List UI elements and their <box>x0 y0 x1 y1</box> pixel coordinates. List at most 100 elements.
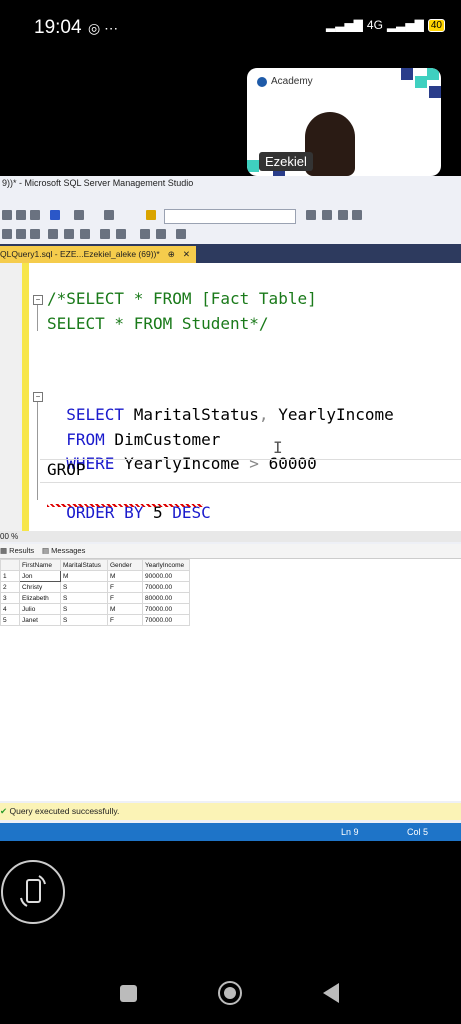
row-number: 5 <box>0 614 20 626</box>
table-row[interactable]: 4 Julio S M 70000.00 <box>0 603 190 615</box>
comment-icon[interactable] <box>100 229 110 239</box>
change-tracking-margin <box>22 263 29 531</box>
table-cell[interactable]: Elizabeth <box>19 592 61 604</box>
outdent-icon[interactable] <box>156 229 166 239</box>
table-cell[interactable]: F <box>107 592 143 604</box>
table-cell[interactable]: Jon <box>19 570 61 582</box>
code-line-1: /*SELECT * FROM [Fact Table] <box>47 289 317 308</box>
recents-button[interactable] <box>120 985 137 1002</box>
query-status-bar: ✔ Query executed successfully. <box>0 803 461 820</box>
network-type: 4G <box>366 18 383 32</box>
redo-icon[interactable] <box>74 210 84 220</box>
table-cell[interactable]: M <box>107 570 143 582</box>
video-thumbnail[interactable]: Academy Ezekiel <box>247 68 441 176</box>
properties-icon[interactable] <box>306 210 316 220</box>
plan-icon[interactable] <box>16 229 26 239</box>
table-cell[interactable]: S <box>60 581 108 593</box>
column-header[interactable]: YearlyIncome <box>142 559 190 571</box>
status-icons: ▂▃▅▇ 4G ▂▃▅▇ 40 <box>326 18 445 32</box>
results-grid-icon[interactable] <box>64 229 74 239</box>
include-icon[interactable] <box>30 229 40 239</box>
uncomment-icon[interactable] <box>116 229 126 239</box>
table-header-row: FirstName MaritalStatus Gender YearlyInc… <box>0 559 190 571</box>
row-number: 3 <box>0 592 20 604</box>
window-icon[interactable] <box>104 210 114 220</box>
academy-logo-icon <box>257 76 267 87</box>
results-file-icon[interactable] <box>80 229 90 239</box>
zoom-bar: 00 % <box>0 531 461 542</box>
query-tab-label: QLQuery1.sql - EZE...Ezekiel_aleke (69))… <box>0 249 160 259</box>
table-cell[interactable]: S <box>60 603 108 615</box>
cut-icon[interactable] <box>2 210 12 220</box>
table-cell[interactable]: 80000.00 <box>142 592 190 604</box>
code-line-2: SELECT * FROM Student*/ <box>47 314 269 333</box>
copy-icon[interactable] <box>16 210 26 220</box>
line-indicator: Ln 9 <box>341 827 359 837</box>
table-row[interactable]: 3 Elizabeth S F 80000.00 <box>0 592 190 604</box>
collapse-icon[interactable]: − <box>33 295 43 305</box>
paste-icon[interactable] <box>30 210 40 220</box>
table-cell[interactable]: Janet <box>19 614 61 626</box>
editor-margin <box>0 263 22 531</box>
layout-icon[interactable] <box>352 210 362 220</box>
toolbox-icon[interactable] <box>338 210 348 220</box>
row-number: 4 <box>0 603 20 615</box>
text-cursor-icon: I <box>273 438 283 457</box>
current-line-highlight <box>40 459 461 483</box>
results-table: FirstName MaritalStatus Gender YearlyInc… <box>0 559 190 626</box>
undo-icon[interactable] <box>50 210 60 220</box>
row-number-header <box>0 559 20 571</box>
table-cell[interactable]: S <box>60 592 108 604</box>
table-cell[interactable]: F <box>107 581 143 593</box>
results-tab-bar: ▦ Results ▤ Messages <box>0 544 461 559</box>
collapse-icon[interactable]: − <box>33 392 43 402</box>
table-cell[interactable]: S <box>60 614 108 626</box>
tab-messages[interactable]: ▤ Messages <box>42 546 85 555</box>
academy-name: Academy <box>271 76 313 87</box>
column-indicator: Col 5 <box>407 827 429 837</box>
toolbar-query <box>0 226 461 243</box>
results-text-icon[interactable] <box>48 229 58 239</box>
table-cell[interactable]: 70000.00 <box>142 603 190 615</box>
table-cell[interactable]: 70000.00 <box>142 614 190 626</box>
table-row[interactable]: 1 Jon M M 90000.00 <box>0 570 190 582</box>
parse-icon[interactable] <box>2 229 12 239</box>
table-cell[interactable]: M <box>107 603 143 615</box>
find-icon[interactable] <box>146 210 156 220</box>
home-button[interactable] <box>218 981 242 1005</box>
editor-status-bar: Ln 9 Col 5 <box>0 823 461 841</box>
column-header[interactable]: FirstName <box>19 559 61 571</box>
zoom-level[interactable]: 00 % <box>0 532 18 541</box>
table-cell[interactable]: F <box>107 614 143 626</box>
query-tab[interactable]: QLQuery1.sql - EZE...Ezekiel_aleke (69))… <box>0 246 196 263</box>
speaker-name: Ezekiel <box>259 152 313 171</box>
signal-icon-2: ▂▃▅▇ <box>386 18 424 32</box>
signal-icon: ▂▃▅▇ <box>326 18 363 32</box>
indent-icon[interactable] <box>140 229 150 239</box>
table-cell[interactable]: Christy <box>19 581 61 593</box>
specify-values-icon[interactable] <box>176 229 186 239</box>
whatsapp-icon: ◎ ⋯ <box>88 20 119 36</box>
table-cell[interactable]: 70000.00 <box>142 581 190 593</box>
back-button[interactable] <box>321 982 341 1004</box>
table-cell[interactable]: Julio <box>19 603 61 615</box>
window-title: 9))* - Microsoft SQL Server Management S… <box>2 178 194 188</box>
column-header[interactable]: MaritalStatus <box>60 559 108 571</box>
error-squiggle <box>47 504 203 507</box>
pin-icon[interactable]: ⊕ <box>168 246 175 263</box>
row-number: 2 <box>0 581 20 593</box>
table-cell[interactable]: M <box>60 570 108 582</box>
table-cell[interactable]: 90000.00 <box>142 570 190 582</box>
navigation-bar <box>0 960 461 1024</box>
rotate-screen-button[interactable] <box>1 860 65 924</box>
close-icon[interactable]: ✕ <box>183 246 190 263</box>
table-row[interactable]: 2 Christy S F 70000.00 <box>0 581 190 593</box>
academy-logo: Academy <box>257 76 313 87</box>
code-line-grop: GROP <box>47 460 86 479</box>
table-row[interactable]: 5 Janet S F 70000.00 <box>0 614 190 626</box>
tab-results[interactable]: ▦ Results <box>0 546 34 555</box>
column-header[interactable]: Gender <box>107 559 143 571</box>
battery-icon: 40 <box>427 18 445 32</box>
wrench-icon[interactable] <box>322 210 332 220</box>
search-dropdown[interactable] <box>164 209 296 224</box>
